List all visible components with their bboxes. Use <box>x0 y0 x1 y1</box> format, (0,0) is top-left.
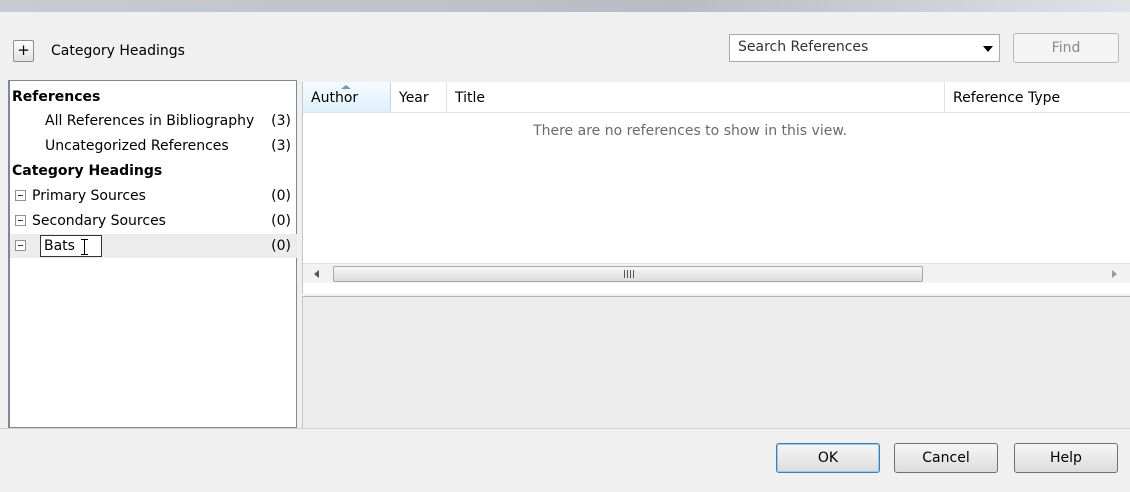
column-header-title[interactable]: Title <box>447 82 945 112</box>
column-header-year[interactable]: Year <box>391 82 447 112</box>
ok-button[interactable]: OK <box>776 443 880 473</box>
list-item-all-references[interactable]: All References in Bibliography (3) <box>10 109 297 133</box>
category-rename-input[interactable]: Bats <box>40 235 102 257</box>
column-header-author[interactable]: Author <box>303 82 391 112</box>
text-cursor-icon <box>81 239 92 255</box>
references-header: References <box>12 89 101 105</box>
scrollbar-thumb[interactable] <box>333 266 923 282</box>
list-item-count: (3) <box>271 138 291 154</box>
column-header-label: Reference Type <box>953 90 1061 106</box>
category-count: (0) <box>271 238 291 254</box>
add-category-button[interactable]: + <box>13 40 34 62</box>
category-label: Primary Sources <box>32 188 146 204</box>
references-table: Author Year Title Reference Type There a… <box>302 82 1130 294</box>
collapse-icon[interactable] <box>15 190 26 201</box>
scroll-right-icon[interactable] <box>1112 270 1117 278</box>
window-top-bar <box>0 0 1130 12</box>
scroll-left-icon[interactable] <box>314 270 319 278</box>
category-count: (0) <box>271 213 291 229</box>
header-divider <box>303 112 1130 113</box>
list-item-count: (3) <box>271 113 291 129</box>
category-headings-header: Category Headings <box>12 163 163 179</box>
category-item-bats[interactable]: Bats (0) <box>10 234 297 258</box>
divider <box>0 428 1130 429</box>
category-item-secondary-sources[interactable]: Secondary Sources (0) <box>10 209 297 233</box>
find-button[interactable]: Find <box>1013 33 1119 63</box>
sort-ascending-icon <box>341 85 351 89</box>
column-header-label: Title <box>455 90 486 106</box>
list-item-uncategorized-references[interactable]: Uncategorized References (3) <box>10 134 297 158</box>
column-header-label: Year <box>399 90 429 106</box>
category-tree-panel: References All References in Bibliograph… <box>8 80 297 428</box>
chevron-down-icon[interactable] <box>983 46 993 52</box>
list-item-label: All References in Bibliography <box>45 113 255 129</box>
collapse-icon[interactable] <box>15 240 26 251</box>
category-item-primary-sources[interactable]: Primary Sources (0) <box>10 184 297 208</box>
horizontal-scrollbar[interactable] <box>303 263 1130 283</box>
category-label: Secondary Sources <box>32 213 166 229</box>
collapse-icon[interactable] <box>15 215 26 226</box>
reference-preview-panel <box>302 296 1130 428</box>
search-placeholder: Search References <box>738 39 869 55</box>
empty-table-message: There are no references to show in this … <box>533 123 847 139</box>
help-button[interactable]: Help <box>1014 443 1118 473</box>
grip-icon <box>624 270 634 278</box>
page-title: Category Headings <box>51 43 185 59</box>
category-label: Bats <box>44 238 75 254</box>
list-item-label: Uncategorized References <box>45 138 229 154</box>
column-header-label: Author <box>311 90 359 106</box>
cancel-button[interactable]: Cancel <box>894 443 998 473</box>
category-count: (0) <box>271 188 291 204</box>
search-references-dropdown[interactable]: Search References <box>729 34 1000 62</box>
column-header-reference-type[interactable]: Reference Type <box>945 82 1130 112</box>
